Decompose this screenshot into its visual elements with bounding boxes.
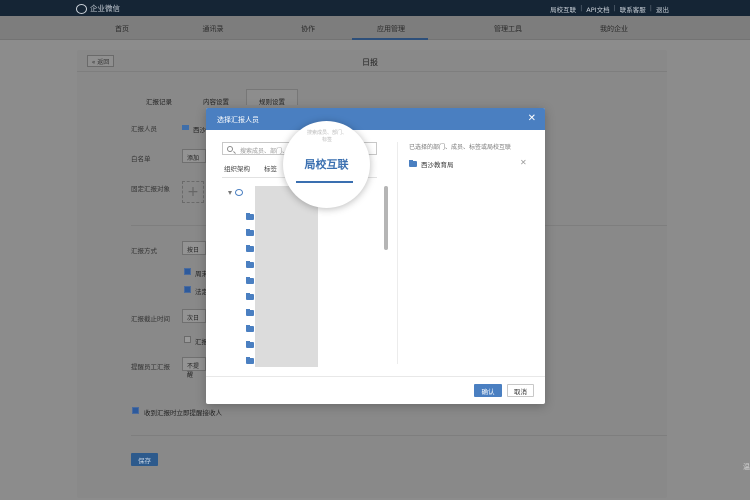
deadline-checkbox[interactable] [184,336,191,343]
save-button[interactable]: 保存 [131,453,158,466]
remind-select[interactable]: 不提醒 [182,357,206,379]
expand-arrow-icon[interactable] [228,190,232,195]
selected-title: 已选择的部门、成员、标签或局校互联 [409,144,512,151]
toplink-logout[interactable]: 退出 [656,4,669,14]
back-button[interactable]: « 返回 [87,55,114,67]
page-title: 日报 [362,58,378,67]
tab-school-connect[interactable]: 局校互联 [283,156,370,172]
top-links: 局校互联 | API文档 | 联系客服 | 退出 [550,4,669,14]
confirm-button[interactable]: 确认 [474,384,502,397]
nav-admin-tools[interactable]: 管理工具 [494,24,522,34]
folder-icon [182,125,189,130]
dialog-title: 选择汇报人员 [217,116,259,124]
add-target-button[interactable]: + [182,181,204,203]
redacted-department-names [255,186,318,367]
nav-my-enterprise[interactable]: 我的企业 [600,24,628,34]
deadline-label: 汇报截止时间 [131,315,170,323]
magnified-placeholder-text: 搜索成员、部门、标签 [306,130,347,143]
nav-contacts[interactable]: 通讯录 [203,24,224,34]
method-label: 汇报方式 [131,247,157,255]
tab-report-records[interactable]: 汇报记录 [146,96,172,106]
nav-collaboration[interactable]: 协作 [301,24,315,34]
chat-bubble-icon [76,3,87,14]
weekend-checkbox[interactable] [184,268,191,275]
reporter-value: 西沙 [193,126,206,134]
tree-scrollbar[interactable] [384,186,388,250]
fixed-target-label: 固定汇报对象 [131,185,170,193]
toplink-api-docs[interactable]: API文档 [586,4,609,14]
active-tab-underline [296,181,353,183]
magnifier-callout: 搜索成员、部门、标签 局校互联 [283,121,370,208]
notify-label: 收到汇报时立即提醒接收人 [144,409,222,417]
folder-icon [409,159,417,167]
selected-item-label: 西沙教育局 [421,161,454,169]
department-folder-icon[interactable] [246,324,254,332]
tab-rule-settings[interactable]: 规则设置 [259,96,285,106]
top-bar: 企业微信 局校互联 | API文档 | 联系客服 | 退出 [0,0,750,16]
remind-label: 提醒员工汇报 [131,363,170,371]
close-icon[interactable]: ✕ [528,113,536,124]
organization-icon [235,189,243,196]
department-folder-icon[interactable] [246,340,254,348]
panel-divider [397,142,398,364]
nav-home[interactable]: 首页 [115,24,129,34]
corner-text: 温 [743,463,750,471]
search-icon [227,146,233,152]
department-folder-icon[interactable] [246,276,254,284]
deadline-select[interactable]: 次日 [182,309,206,323]
whitelist-label: 白名单 [131,155,151,163]
notify-checkbox[interactable] [132,407,139,414]
method-select[interactable]: 按日 [182,241,206,255]
department-folder-icon[interactable] [246,228,254,236]
tab-org-structure[interactable]: 组织架构 [224,163,250,173]
nav-app-management[interactable]: 应用管理 [377,24,405,34]
toplink-contact-support[interactable]: 联系客服 [620,4,646,14]
dialog-header: 选择汇报人员 ✕ [206,108,545,130]
dialog-footer: 确认 取消 [206,376,545,404]
select-reporter-dialog: 选择汇报人员 ✕ 搜索成员、部门、标签 组织架构 标签 已选择的部门、成员、标签… [206,108,545,404]
department-folder-icon[interactable] [246,292,254,300]
reporter-label: 汇报人员 [131,125,157,133]
department-folder-icon[interactable] [246,244,254,252]
app-logo[interactable]: 企业微信 [76,3,120,14]
footer-divider [131,435,667,436]
department-folder-icon[interactable] [246,308,254,316]
tree-root[interactable] [228,189,243,196]
nav-active-indicator [352,38,428,40]
department-folder-icon[interactable] [246,212,254,220]
toplink-school-connect[interactable]: 局校互联 [550,4,576,14]
tab-tags[interactable]: 标签 [264,163,277,173]
header-divider [77,71,667,72]
app-name: 企业微信 [90,4,120,13]
cancel-button[interactable]: 取消 [507,384,534,397]
tab-content-settings[interactable]: 内容设置 [203,96,229,106]
holiday-checkbox[interactable] [184,286,191,293]
department-folder-icon[interactable] [246,260,254,268]
whitelist-add-button[interactable]: 添加 [182,149,206,163]
department-folder-icon[interactable] [246,356,254,364]
selected-item: 西沙教育局 [409,159,454,169]
main-nav: 首页 通讯录 协作 应用管理 管理工具 我的企业 [0,16,750,40]
remove-selected-icon[interactable]: ✕ [520,158,527,167]
